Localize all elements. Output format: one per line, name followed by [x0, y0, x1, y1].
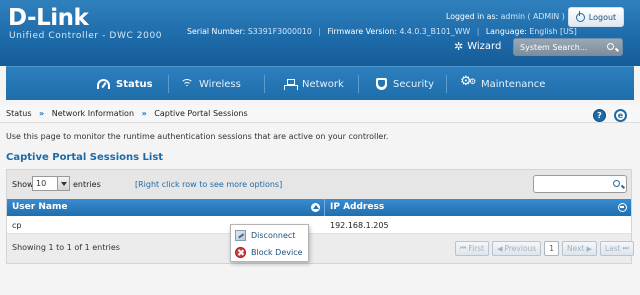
- row-context-menu: Disconnect Block Device: [230, 224, 309, 262]
- menu-item-disconnect[interactable]: Disconnect: [235, 228, 307, 243]
- dlink-logo[interactable]: D-Link: [8, 5, 89, 31]
- block-icon: [235, 247, 246, 258]
- nav-item-wireless[interactable]: Wireless: [180, 67, 241, 101]
- table-row[interactable]: cp 192.168.1.205: [7, 216, 631, 234]
- logged-in-user: admin ( ADMIN ): [500, 12, 565, 21]
- breadcrumb-item-current: Captive Portal Sessions: [154, 109, 248, 118]
- next-page-button[interactable]: Next ▶: [561, 241, 597, 256]
- show-label: Show: [12, 180, 34, 189]
- info-separator: |: [476, 27, 480, 36]
- nav-item-maintenance[interactable]: Maintenance: [460, 67, 546, 101]
- nav-divider: [168, 75, 169, 93]
- page-size-select[interactable]: 10: [32, 176, 70, 191]
- breadcrumb-separator: »: [39, 109, 45, 118]
- column-header-ip-address[interactable]: IP Address: [330, 202, 384, 212]
- search-icon[interactable]: [607, 43, 614, 50]
- gauge-icon: [97, 79, 110, 89]
- nav-label: Maintenance: [481, 78, 546, 90]
- wifi-icon: [180, 79, 193, 89]
- page-number-button[interactable]: 1: [544, 241, 559, 256]
- nav-item-status[interactable]: Status: [97, 67, 153, 101]
- brand-name: D-Link: [8, 5, 89, 31]
- table-search-input[interactable]: [533, 175, 627, 193]
- disconnect-icon: [235, 230, 246, 241]
- cell-user-name: cp: [12, 221, 22, 230]
- first-icon: ⏮: [460, 244, 467, 252]
- table-header: User Name IP Address: [7, 199, 631, 216]
- column-header-user-name[interactable]: User Name: [12, 202, 67, 212]
- info-separator: |: [318, 27, 321, 36]
- nav-divider: [264, 75, 265, 93]
- menu-item-label: Block Device: [251, 248, 303, 257]
- last-icon: ⏭: [622, 244, 629, 252]
- system-search-input[interactable]: System Search...: [513, 38, 623, 56]
- last-label: Last: [604, 244, 621, 253]
- logged-in-label: Logged in as:: [446, 12, 499, 21]
- nav-divider: [446, 75, 447, 93]
- nav-divider: [358, 75, 359, 93]
- sessions-table-panel: Show 10 entries [Right click row to see …: [6, 169, 634, 264]
- nav-item-network[interactable]: Network: [284, 67, 344, 101]
- nav-label: Security: [393, 78, 435, 90]
- page-description: Use this page to monitor the runtime aut…: [6, 132, 389, 141]
- search-icon: [613, 180, 620, 187]
- cell-ip-address: 192.168.1.205: [330, 221, 389, 230]
- first-label: First: [468, 244, 485, 253]
- breadcrumb-item-network-information[interactable]: Network Information: [52, 109, 134, 118]
- previous-page-button[interactable]: ◀ Previous: [492, 241, 542, 256]
- search-placeholder: System Search...: [520, 42, 588, 52]
- main-nav: Status Wireless Network Security Mainten…: [6, 66, 634, 100]
- serial-label: Serial Number:: [187, 27, 246, 36]
- next-icon: ▶: [586, 244, 592, 253]
- nav-label: Status: [116, 78, 153, 90]
- logout-label: Logout: [588, 12, 617, 22]
- language-value[interactable]: English [US]: [529, 27, 576, 36]
- logout-button[interactable]: Logout: [568, 7, 624, 27]
- gears-icon: [460, 74, 476, 90]
- sort-ascending-icon[interactable]: [311, 203, 320, 212]
- product-name: Unified Controller - DWC 2000: [9, 31, 163, 41]
- breadcrumb-item-status[interactable]: Status: [6, 109, 32, 118]
- breadcrumb-separator: »: [141, 109, 147, 118]
- app-header: D-Link Unified Controller - DWC 2000 Log…: [0, 0, 640, 66]
- device-info: Serial Number: S3391F3000010 | Firmware …: [187, 27, 577, 36]
- section-title: Captive Portal Sessions List: [6, 152, 164, 163]
- menu-item-block-device[interactable]: Block Device: [235, 245, 307, 260]
- page-size-value: 10: [36, 179, 47, 188]
- wizard-link[interactable]: ✲ Wizard: [454, 40, 501, 53]
- serial-value: S3391F3000010: [247, 27, 312, 36]
- previous-label: Previous: [504, 244, 537, 253]
- login-status: Logged in as: admin ( ADMIN ): [446, 12, 565, 21]
- wizard-icon: ✲: [454, 40, 464, 53]
- chevron-down-icon[interactable]: [57, 177, 69, 190]
- language-label: Language:: [485, 27, 527, 36]
- table-toolbar: Show 10 entries [Right click row to see …: [7, 170, 631, 199]
- shield-icon: [376, 78, 387, 90]
- help-icon[interactable]: ?: [593, 109, 606, 122]
- breadcrumb: Status » Network Information » Captive P…: [6, 109, 248, 118]
- first-page-button[interactable]: ⏮ First: [455, 241, 490, 256]
- column-divider: [324, 199, 325, 216]
- previous-icon: ◀: [497, 244, 503, 253]
- entries-label: entries: [73, 180, 101, 189]
- nav-label: Network: [302, 78, 344, 90]
- right-click-hint: [Right click row to see more options]: [135, 180, 283, 189]
- firmware-value: 4.4.0.3_B101_WW: [399, 27, 471, 36]
- pagination: ⏮ First ◀ Previous 1 Next ▶ Last ⏭: [455, 241, 634, 256]
- power-icon: [575, 10, 585, 22]
- menu-item-label: Disconnect: [251, 231, 296, 240]
- nav-label: Wireless: [199, 78, 241, 90]
- network-icon: [284, 78, 298, 90]
- last-page-button[interactable]: Last ⏭: [599, 241, 634, 256]
- firmware-label: Firmware Version:: [327, 27, 397, 36]
- table-info: Showing 1 to 1 of 1 entries: [12, 243, 120, 252]
- next-label: Next: [566, 244, 585, 253]
- sort-neutral-icon[interactable]: [618, 203, 627, 212]
- wizard-label: Wizard: [467, 41, 502, 52]
- breadcrumb-bar: Status » Network Information » Captive P…: [0, 105, 640, 123]
- browser-compat-icon[interactable]: e: [614, 109, 627, 122]
- nav-item-security[interactable]: Security: [376, 67, 434, 101]
